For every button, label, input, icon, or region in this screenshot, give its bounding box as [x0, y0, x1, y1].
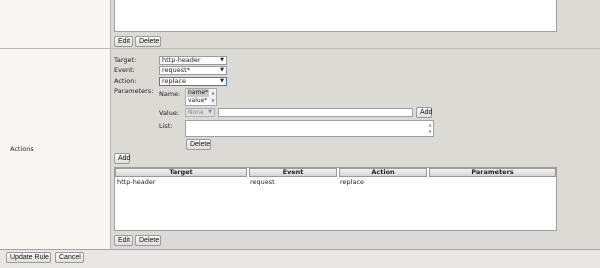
top-list-box[interactable]	[114, 0, 557, 32]
column-header-event[interactable]: Event	[249, 168, 337, 177]
event-select[interactable]: request* ▼	[159, 66, 227, 75]
list-delete-button[interactable]: Delete	[186, 139, 211, 150]
action-label: Action:	[114, 77, 137, 85]
action-select[interactable]: replace ▼	[159, 77, 227, 86]
bottom-delete-button[interactable]: Delete	[135, 235, 161, 246]
value-input[interactable]	[218, 108, 413, 117]
event-select-value: request*	[162, 66, 190, 74]
bottom-divider	[0, 249, 600, 250]
name-label: Name:	[159, 90, 181, 98]
actions-label: Actions	[10, 145, 34, 153]
column-header-parameters[interactable]: Parameters	[429, 168, 556, 177]
chevron-down-icon: ▼	[208, 109, 212, 115]
list-label: List:	[159, 122, 173, 130]
parameters-label: Parameters:	[114, 87, 154, 95]
event-label: Event:	[114, 66, 135, 74]
cell-event: request	[250, 178, 275, 186]
bottom-edit-button[interactable]: Edit	[114, 235, 133, 246]
add-action-button[interactable]: Add	[114, 153, 130, 164]
name-option-selected[interactable]: name*	[187, 89, 209, 97]
target-select-value: http-header	[162, 56, 201, 64]
update-rule-button[interactable]: Update Rule	[6, 252, 51, 263]
list-box[interactable]: ▲ ▼	[185, 120, 434, 137]
listbox-scrollbar[interactable]: ▲ ▼	[210, 89, 216, 105]
value-label: Value:	[159, 109, 180, 117]
table-header-row: Target Event Action Parameters	[115, 168, 556, 177]
target-select[interactable]: http-header ▼	[159, 56, 227, 65]
actions-table: Target Event Action Parameters http-head…	[114, 167, 557, 231]
value-select-label: None	[188, 109, 204, 116]
column-header-action[interactable]: Action	[339, 168, 427, 177]
row-divider	[0, 48, 600, 49]
chevron-down-icon: ▼	[220, 67, 224, 73]
name-option[interactable]: value*	[187, 97, 209, 105]
chevron-down-icon: ▼	[220, 57, 224, 63]
cell-action: replace	[340, 178, 365, 186]
target-label: Target:	[114, 56, 137, 64]
left-column	[0, 0, 110, 250]
chevron-down-icon: ▼	[220, 78, 224, 84]
cancel-button[interactable]: Cancel	[55, 252, 84, 263]
top-edit-button[interactable]: Edit	[114, 36, 133, 47]
top-delete-button[interactable]: Delete	[135, 36, 161, 47]
action-select-value: replace	[162, 77, 187, 85]
list-scrollbar[interactable]: ▲ ▼	[427, 121, 433, 136]
cell-target: http-header	[117, 178, 156, 186]
value-add-button[interactable]: Add	[416, 107, 432, 118]
name-listbox[interactable]: name* value* ▲ ▼	[185, 88, 217, 106]
value-select[interactable]: None ▼	[185, 108, 215, 117]
table-row[interactable]: http-header request replace	[115, 178, 556, 187]
column-header-target[interactable]: Target	[115, 168, 247, 177]
